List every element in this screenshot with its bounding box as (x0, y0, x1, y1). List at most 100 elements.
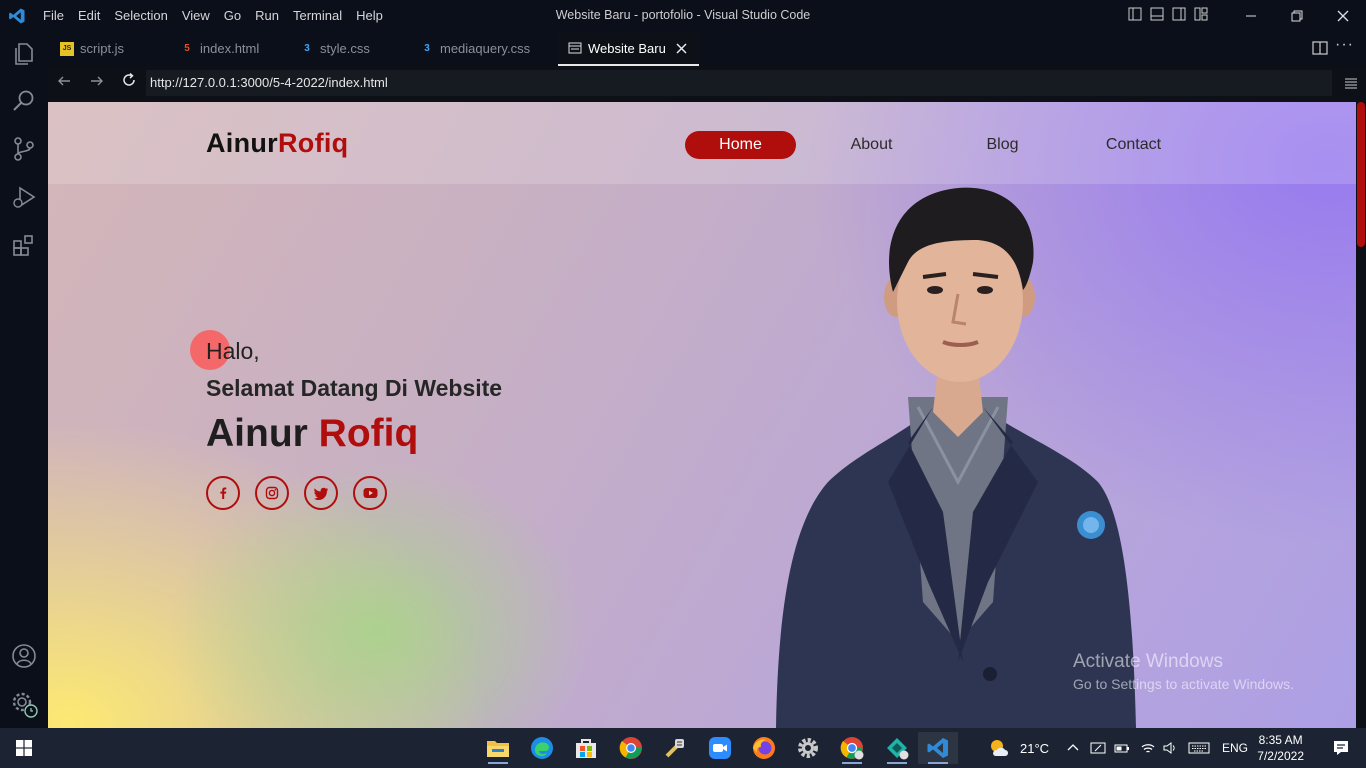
app-icon[interactable] (877, 732, 917, 764)
browser-toolbar: http://127.0.0.1:3000/5-4-2022/index.htm… (48, 66, 1366, 102)
hero-name-second: Rofiq (318, 412, 419, 455)
back-arrow-icon[interactable] (52, 72, 76, 96)
search-icon[interactable] (10, 87, 38, 115)
wifi-icon[interactable] (1140, 741, 1156, 755)
more-actions-icon[interactable]: ··· (1335, 36, 1354, 54)
taskbar-clock[interactable]: 8:35 AM 7/2/2022 (1257, 732, 1304, 764)
menu-bar: File Edit Selection View Go Run Terminal… (43, 0, 397, 31)
weather-temp: 21°C (1020, 740, 1050, 756)
store-icon[interactable] (566, 732, 606, 764)
css-file-icon: 3 (424, 42, 430, 54)
close-tab-icon[interactable] (676, 43, 687, 54)
clock-date: 7/2/2022 (1257, 749, 1304, 763)
notifications-icon[interactable] (1332, 739, 1350, 757)
tab-website-baru[interactable]: Website Baru (558, 31, 699, 66)
website-preview: AinurRofiq Home About Blog Contact Halo,… (48, 102, 1356, 728)
minimize-button[interactable] (1228, 0, 1274, 31)
watermark-line2: Go to Settings to activate Windows. (1073, 676, 1294, 692)
url-input[interactable]: http://127.0.0.1:3000/5-4-2022/index.htm… (146, 70, 1332, 96)
chevron-up-icon[interactable] (1066, 741, 1080, 755)
js-file-icon: JS (60, 41, 74, 56)
twitter-icon[interactable] (304, 476, 338, 510)
tab-label: style.css (320, 41, 370, 56)
restore-button[interactable] (1274, 0, 1320, 31)
menu-view[interactable]: View (182, 8, 210, 23)
weather-icon (991, 740, 1008, 756)
running-indicator (488, 762, 508, 764)
watermark-line1: Activate Windows (1073, 651, 1223, 672)
hero-greeting: Halo, (206, 338, 260, 364)
toggle-secondary-sidebar-icon[interactable] (1168, 7, 1190, 25)
activate-windows-watermark: Activate Windows Go to Settings to activ… (1073, 651, 1294, 692)
volume-icon[interactable] (1162, 741, 1178, 755)
clock-time: 8:35 AM (1258, 733, 1303, 747)
tab-style-css[interactable]: 3 style.css (300, 31, 370, 66)
language-indicator[interactable]: ENG (1222, 741, 1248, 755)
instagram-icon[interactable] (255, 476, 289, 510)
youtube-icon[interactable] (353, 476, 387, 510)
vscode-icon[interactable] (918, 732, 958, 764)
menu-terminal[interactable]: Terminal (293, 8, 342, 23)
menu-file[interactable]: File (43, 8, 64, 23)
edge-icon[interactable] (522, 732, 562, 764)
chrome-profile-icon[interactable] (832, 732, 872, 764)
facebook-icon[interactable] (206, 476, 240, 510)
file-explorer-icon[interactable] (478, 732, 518, 764)
html-file-icon: 5 (184, 42, 190, 54)
hamburger-menu-icon[interactable] (1344, 76, 1358, 90)
brand-second: Rofiq (278, 128, 349, 158)
toggle-primary-sidebar-icon[interactable] (1124, 7, 1146, 25)
scrollbar-thumb[interactable] (1357, 102, 1365, 247)
menu-selection[interactable]: Selection (114, 8, 167, 23)
nav-blog[interactable]: Blog (947, 131, 1058, 159)
split-editor-icon[interactable] (1312, 40, 1328, 56)
title-bar: File Edit Selection View Go Run Terminal… (0, 0, 1366, 31)
nav-home[interactable]: Home (685, 131, 796, 159)
running-indicator (928, 762, 948, 764)
extensions-icon[interactable] (10, 231, 38, 259)
chrome-icon[interactable] (611, 732, 651, 764)
run-debug-icon[interactable] (10, 183, 38, 211)
firefox-icon[interactable] (744, 732, 784, 764)
nav-contact[interactable]: Contact (1078, 131, 1189, 159)
source-control-icon[interactable] (10, 135, 38, 163)
tab-script-js[interactable]: JS script.js (60, 31, 124, 66)
network-status-icon[interactable] (1090, 741, 1106, 755)
tab-mediaquery-css[interactable]: 3 mediaquery.css (420, 31, 530, 66)
browser-preview-icon (568, 42, 582, 54)
windows-taskbar: 21°C ENG 8:35 AM 7/2/2022 (0, 728, 1366, 768)
zoom-icon[interactable] (700, 732, 740, 764)
nav-about[interactable]: About (816, 131, 927, 159)
menu-edit[interactable]: Edit (78, 8, 100, 23)
explorer-icon[interactable] (10, 40, 38, 68)
css-file-icon: 3 (304, 42, 310, 54)
menu-go[interactable]: Go (224, 8, 241, 23)
customize-layout-icon[interactable] (1190, 7, 1212, 25)
site-logo[interactable]: AinurRofiq (206, 128, 348, 159)
tab-label: mediaquery.css (440, 41, 531, 56)
tab-label: index.html (200, 41, 260, 56)
tool-icon[interactable] (655, 732, 695, 764)
close-window-button[interactable] (1320, 0, 1366, 31)
tab-label: script.js (80, 41, 125, 56)
forward-arrow-icon[interactable] (85, 72, 109, 96)
menu-run[interactable]: Run (255, 8, 279, 23)
vscode-logo-icon[interactable] (8, 7, 26, 25)
webview-scrollbar[interactable] (1356, 102, 1366, 728)
windows-start-icon[interactable] (16, 740, 32, 756)
manage-gear-icon[interactable] (10, 690, 38, 718)
tab-label: Website Baru (588, 40, 666, 56)
reload-icon[interactable] (117, 72, 141, 96)
settings-gear-icon[interactable] (788, 732, 828, 764)
battery-icon[interactable] (1114, 741, 1130, 755)
toggle-panel-icon[interactable] (1146, 7, 1168, 25)
accounts-icon[interactable] (10, 642, 38, 670)
menu-help[interactable]: Help (356, 8, 383, 23)
profile-photo (776, 187, 1136, 728)
system-tray: ENG (1066, 728, 1248, 768)
activity-bar (0, 31, 48, 728)
keyboard-icon[interactable] (1188, 741, 1210, 755)
weather-widget[interactable]: 21°C (988, 728, 1049, 768)
running-indicator (887, 762, 907, 764)
tab-index-html[interactable]: 5 index.html (180, 31, 259, 66)
